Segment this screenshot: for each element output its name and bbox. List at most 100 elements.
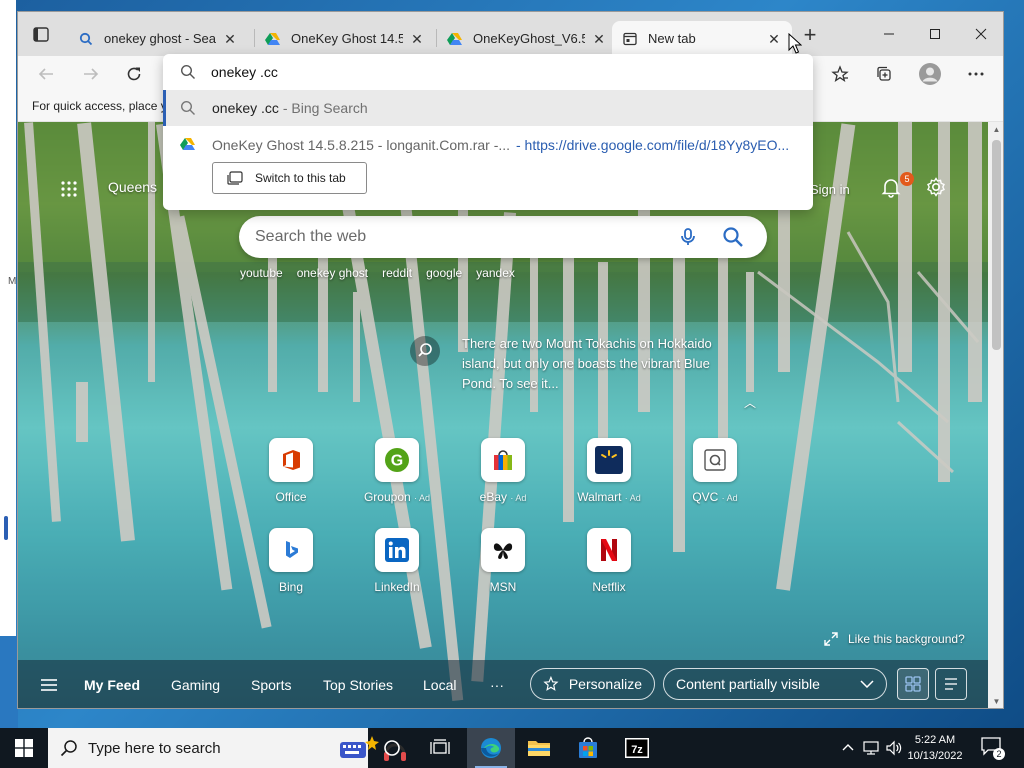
- personalize-button[interactable]: Personalize: [530, 668, 655, 700]
- tab-title: OneKey Ghost 14.5.8.215: [291, 31, 403, 46]
- new-tab-page: Queens Sign in 5 youtube onekey ghost re…: [18, 122, 988, 708]
- background-image: [18, 122, 988, 708]
- chevron-down-icon: [860, 680, 874, 688]
- system-clock[interactable]: 5:22 AM 10/13/2022: [906, 732, 964, 764]
- tile-qvc[interactable]: QVC · Ad: [675, 438, 755, 504]
- feed-tab-sports[interactable]: Sports: [251, 677, 291, 693]
- tile-msn[interactable]: MSN: [463, 528, 543, 594]
- content-visibility-value: Content partially visible: [676, 676, 820, 692]
- feed-tab-gaming[interactable]: Gaming: [171, 677, 220, 693]
- store-icon[interactable]: [564, 728, 612, 768]
- hamburger-menu-icon[interactable]: [40, 678, 58, 692]
- suggestion-url: - https://drive.google.com/file/d/18Yy8y…: [516, 137, 790, 153]
- tile-walmart[interactable]: Walmart · Ad: [569, 438, 649, 504]
- quick-link[interactable]: google: [426, 266, 462, 280]
- favorites-icon[interactable]: [826, 61, 854, 87]
- close-icon[interactable]: ✕: [409, 31, 425, 47]
- task-view-icon[interactable]: [416, 728, 464, 768]
- close-icon[interactable]: ✕: [591, 31, 607, 47]
- volume-icon[interactable]: [886, 740, 902, 756]
- maximize-icon[interactable]: [912, 22, 958, 46]
- taskbar: 7z 5:22 AM 10/13/2022 2: [0, 728, 1024, 768]
- quick-link[interactable]: yandex: [476, 266, 515, 280]
- content-visibility-dropdown[interactable]: Content partially visible: [663, 668, 887, 700]
- task-view-cortana-icon[interactable]: [368, 728, 416, 768]
- notifications-bell-icon[interactable]: [880, 176, 902, 198]
- file-explorer-icon[interactable]: [515, 728, 563, 768]
- close-window-icon[interactable]: [958, 22, 1003, 46]
- background-info-card[interactable]: There are two Mount Tokachis on Hokkaido…: [410, 330, 750, 392]
- list-layout-icon[interactable]: [935, 668, 967, 700]
- tab-onekey-drive[interactable]: OneKey Ghost 14.5.8.215 ✕: [255, 21, 435, 56]
- close-icon[interactable]: ✕: [222, 31, 238, 47]
- switch-to-tab-button[interactable]: Switch to this tab: [212, 162, 367, 194]
- tab-title: New tab: [648, 31, 696, 46]
- bing-icon: [269, 528, 313, 572]
- tile-label: Netflix: [592, 580, 626, 594]
- clock-time: 5:22 AM: [914, 734, 956, 746]
- microphone-icon[interactable]: [677, 226, 699, 248]
- tab-onekey-search[interactable]: onekey ghost - Search ✕: [68, 21, 248, 56]
- quick-link[interactable]: reddit: [382, 266, 412, 280]
- google-drive-icon: [265, 31, 281, 47]
- sign-in-link[interactable]: Sign in: [810, 182, 850, 197]
- search-submit-icon[interactable]: [721, 225, 745, 249]
- grid-layout-icon[interactable]: [897, 668, 929, 700]
- taskbar-search-box[interactable]: [48, 728, 406, 768]
- feed-tab-local[interactable]: Local: [423, 677, 456, 693]
- tab-onekey-v6[interactable]: OneKeyGhost_V6.5.12 ✕: [437, 21, 617, 56]
- suggestion-open-tab[interactable]: OneKey Ghost 14.5.8.215 - longanit.Com.r…: [163, 126, 813, 162]
- tile-bing[interactable]: Bing: [251, 528, 331, 594]
- scroll-up-icon[interactable]: ▲: [992, 126, 1001, 134]
- edge-icon[interactable]: [467, 728, 515, 768]
- chevron-up-icon[interactable]: ︿: [744, 394, 756, 411]
- taskbar-search-input[interactable]: [88, 739, 278, 757]
- address-bar-input[interactable]: [211, 54, 771, 90]
- web-search-input[interactable]: [255, 216, 655, 258]
- forward-icon[interactable]: [77, 61, 105, 87]
- more-menu-icon[interactable]: [962, 61, 990, 87]
- feed-tab-top-stories[interactable]: Top Stories: [323, 677, 393, 693]
- tile-linkedin[interactable]: LinkedIn: [357, 528, 437, 594]
- tile-office[interactable]: Office: [251, 438, 331, 504]
- profile-avatar[interactable]: [916, 61, 944, 87]
- image-search-icon[interactable]: [410, 336, 440, 366]
- tile-ebay[interactable]: eBay · Ad: [463, 438, 543, 504]
- quick-link[interactable]: youtube: [240, 266, 283, 280]
- show-hidden-icons-chevron-up-icon[interactable]: [840, 740, 856, 756]
- apps-grid-icon[interactable]: [60, 180, 78, 198]
- google-drive-icon: [180, 137, 196, 151]
- feed-more-button[interactable]: ···: [490, 677, 504, 693]
- mouse-cursor: [788, 32, 803, 55]
- switch-tab-label: Switch to this tab: [255, 171, 346, 185]
- close-icon[interactable]: ✕: [766, 31, 782, 47]
- quick-link[interactable]: onekey ghost: [297, 266, 368, 280]
- search-icon: [60, 740, 77, 757]
- weather-location[interactable]: Queens: [108, 179, 157, 195]
- notification-count-badge: 5: [900, 172, 914, 186]
- 7zip-icon[interactable]: 7z: [613, 728, 661, 768]
- feed-tab-my-feed[interactable]: My Feed: [84, 677, 140, 693]
- tab-actions-icon[interactable]: [28, 24, 54, 46]
- scroll-down-icon[interactable]: ▼: [992, 698, 1001, 706]
- feed-navigation-bar: My Feed Gaming Sports Top Stories Local …: [18, 660, 988, 708]
- tab-new-tab[interactable]: New tab ✕: [612, 21, 792, 56]
- collections-icon[interactable]: [870, 61, 898, 87]
- minimize-icon[interactable]: [866, 22, 912, 46]
- svg-text:G: G: [391, 453, 403, 470]
- tile-groupon[interactable]: G Groupon · Ad: [357, 438, 437, 504]
- svg-text:7z: 7z: [631, 744, 643, 756]
- start-button[interactable]: [0, 728, 48, 768]
- tile-label: MSN: [489, 580, 517, 594]
- page-scrollbar[interactable]: ▲ ▼: [988, 122, 1003, 708]
- settings-gear-icon[interactable]: [925, 176, 947, 198]
- tile-netflix[interactable]: Netflix: [569, 528, 649, 594]
- background-window-accent: [4, 516, 8, 540]
- scroll-thumb[interactable]: [992, 140, 1001, 350]
- back-icon[interactable]: [32, 61, 60, 87]
- network-icon[interactable]: [863, 740, 879, 756]
- refresh-icon[interactable]: [120, 61, 148, 87]
- office-icon: [269, 438, 313, 482]
- like-background-button[interactable]: Like this background?: [824, 632, 965, 646]
- suggestion-bing-search[interactable]: onekey .cc - Bing Search: [163, 90, 813, 126]
